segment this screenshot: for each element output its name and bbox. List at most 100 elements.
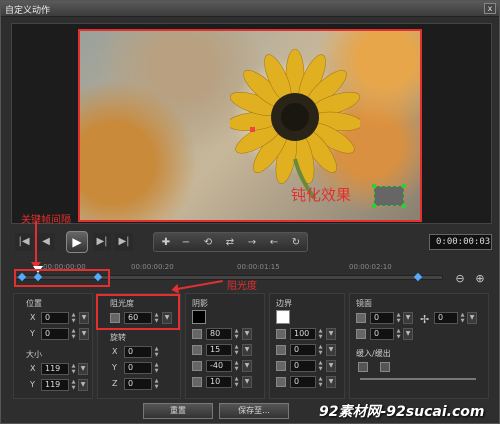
mirror-opacity-input[interactable]: 0 (370, 312, 394, 324)
mirror-distance-dropdown[interactable]: ▼ (403, 328, 413, 340)
keyframe-interval-annotation: 关键帧间隔 (21, 215, 71, 226)
resize-handle[interactable] (402, 184, 406, 188)
rotate-keyframe-icon[interactable]: ↻ (288, 235, 304, 250)
border-width-input[interactable]: 0 (290, 344, 316, 356)
mirror-opacity-dropdown[interactable]: ▼ (403, 312, 413, 324)
add-keyframe-icon[interactable]: ✚ (158, 235, 174, 250)
position-y-input[interactable]: 0 (41, 328, 69, 340)
shadow-blur-dropdown[interactable]: ▼ (242, 344, 252, 356)
mosaic-overlay[interactable] (372, 184, 406, 208)
resize-handle[interactable] (372, 204, 376, 208)
preview-canvas[interactable]: 钝化效果 (78, 29, 422, 222)
size-y-dropdown[interactable]: ▼ (78, 379, 88, 391)
border-width-dropdown[interactable]: ▼ (326, 344, 336, 356)
border-panel: 边界 100 ▲ ▼ ▼ 0 ▲ ▼ ▼ 0 ▲ ▼ ▼ 0 ▲ ▼ ▼ (269, 293, 345, 399)
resize-handle[interactable] (402, 204, 406, 208)
mirror-label: 镜面 (356, 299, 372, 308)
shadow-angle-spinner[interactable]: ▲ ▼ (233, 360, 240, 372)
size-y-input[interactable]: 119 (41, 379, 69, 391)
move-left-icon[interactable]: ← (266, 235, 282, 250)
previous-frame-button[interactable]: ◀ (37, 233, 55, 251)
shadow-distance-dropdown[interactable]: ▼ (242, 376, 252, 388)
fade-slider[interactable] (360, 378, 476, 380)
reset-button[interactable]: 重置 (143, 403, 213, 419)
fade-in-icon[interactable] (358, 362, 368, 372)
size-y-label: Y (30, 380, 35, 389)
shadow-opacity-icon (192, 329, 202, 339)
shadow-distance-spinner[interactable]: ▲ ▼ (233, 376, 240, 388)
size-x-label: X (30, 364, 36, 373)
size-y-spinner[interactable]: ▲ ▼ (70, 379, 77, 391)
title-bar: 自定义动作 x (1, 1, 499, 17)
mirror-offset-input[interactable]: 0 (434, 312, 458, 324)
mirror-distance-input[interactable]: 0 (370, 328, 394, 340)
shadow-blur-input[interactable]: 15 (206, 344, 232, 356)
mirror-offset-dropdown[interactable]: ▼ (467, 312, 477, 324)
swap-keyframe-icon[interactable]: ⇄ (222, 235, 238, 250)
size-x-dropdown[interactable]: ▼ (78, 363, 88, 375)
shadow-distance-input[interactable]: 10 (206, 376, 232, 388)
border-opacity-spinner[interactable]: ▲ ▼ (317, 328, 324, 340)
border-softness-dropdown[interactable]: ▼ (326, 360, 336, 372)
rotation-z-spinner[interactable]: ▲ ▼ (153, 378, 160, 390)
remove-keyframe-icon[interactable]: − (178, 235, 194, 250)
shadow-blur-spinner[interactable]: ▲ ▼ (233, 344, 240, 356)
border-opacity-dropdown[interactable]: ▼ (326, 328, 336, 340)
go-to-start-button[interactable]: |◀ (15, 233, 33, 251)
shadow-blur-icon (192, 345, 202, 355)
shadow-color-swatch[interactable] (192, 310, 206, 324)
timecode-display[interactable]: 0:00:00:03 (429, 234, 492, 250)
motion-center-handle[interactable] (250, 127, 255, 132)
shadow-opacity-dropdown[interactable]: ▼ (242, 328, 252, 340)
border-label: 边界 (276, 299, 292, 308)
border-width-spinner[interactable]: ▲ ▼ (317, 344, 324, 356)
rotation-x-input[interactable]: 0 (124, 346, 152, 358)
position-y-dropdown[interactable]: ▼ (79, 328, 89, 340)
rotation-z-input[interactable]: 0 (124, 378, 152, 390)
play-button[interactable]: ▶ (66, 231, 88, 253)
border-corner-dropdown[interactable]: ▼ (326, 376, 336, 388)
go-to-end-button[interactable]: ▶| (115, 233, 133, 251)
next-frame-button[interactable]: ▶| (93, 233, 111, 251)
shadow-label: 阴影 (192, 299, 208, 308)
position-x-input[interactable]: 0 (41, 312, 69, 324)
move-cross-icon: ✢ (420, 313, 430, 326)
rotation-label: 旋转 (110, 333, 126, 342)
border-softness-icon (276, 361, 286, 371)
zoom-out-icon[interactable]: ⊖ (453, 272, 467, 286)
close-button[interactable]: x (484, 3, 496, 14)
mirror-distance-icon (356, 329, 366, 339)
fade-out-icon[interactable] (380, 362, 390, 372)
border-corner-spinner[interactable]: ▲ ▼ (317, 376, 324, 388)
timeline-label: 00:00:02:10 (349, 263, 392, 271)
rotation-x-label: X (112, 347, 118, 356)
save-to-button[interactable]: 保存至... (219, 403, 289, 419)
resize-handle[interactable] (372, 184, 376, 188)
border-corner-input[interactable]: 0 (290, 376, 316, 388)
size-x-spinner[interactable]: ▲ ▼ (70, 363, 77, 375)
size-x-input[interactable]: 119 (41, 363, 69, 375)
position-y-spinner[interactable]: ▲ ▼ (70, 328, 77, 340)
rotation-y-spinner[interactable]: ▲ ▼ (153, 362, 160, 374)
shadow-angle-dropdown[interactable]: ▼ (242, 360, 252, 372)
mirror-opacity-spinner[interactable]: ▲ ▼ (395, 312, 402, 324)
border-color-swatch[interactable] (276, 310, 290, 324)
border-softness-spinner[interactable]: ▲ ▼ (317, 360, 324, 372)
move-right-icon[interactable]: → (244, 235, 260, 250)
border-opacity-input[interactable]: 100 (290, 328, 316, 340)
mirror-offset-spinner[interactable]: ▲ ▼ (459, 312, 466, 324)
shadow-opacity-input[interactable]: 80 (206, 328, 232, 340)
mirror-distance-spinner[interactable]: ▲ ▼ (395, 328, 402, 340)
shadow-angle-input[interactable]: -40 (206, 360, 232, 372)
rotation-z-label: Z (112, 379, 118, 388)
border-softness-input[interactable]: 0 (290, 360, 316, 372)
position-x-spinner[interactable]: ▲ ▼ (70, 312, 77, 324)
rotation-x-spinner[interactable]: ▲ ▼ (153, 346, 160, 358)
rotation-y-input[interactable]: 0 (124, 362, 152, 374)
shadow-opacity-spinner[interactable]: ▲ ▼ (233, 328, 240, 340)
position-x-dropdown[interactable]: ▼ (79, 312, 89, 324)
zoom-in-icon[interactable]: ⊕ (473, 272, 487, 286)
keyframe-interval-highlight (14, 269, 110, 287)
reverse-keyframe-icon[interactable]: ⟲ (200, 235, 216, 250)
blur-effect-annotation: 钝化效果 (291, 186, 352, 204)
